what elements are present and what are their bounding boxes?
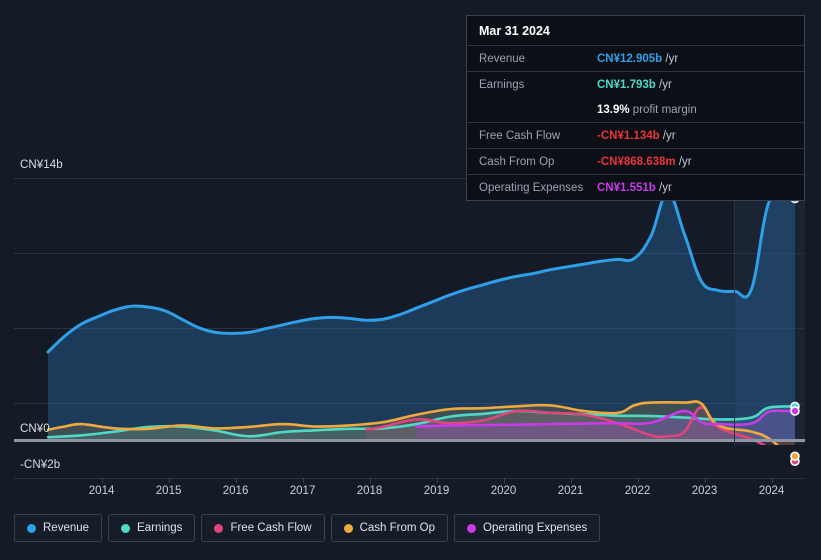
endpoint-marker-cash-from-op: [790, 451, 800, 462]
tooltip-row-unit: /yr: [655, 181, 672, 194]
tooltip-row-value: 13.9%: [597, 103, 630, 116]
x-axis-label-2018: 2018: [356, 485, 383, 497]
tooltip-row-label: Operating Expenses: [479, 181, 584, 194]
x-axis-label-2023: 2023: [691, 485, 718, 497]
x-axis-label-2014: 2014: [88, 485, 115, 497]
x-axis-label-2016: 2016: [222, 485, 249, 497]
tooltip-row-value: CN¥1.551b: [597, 181, 656, 194]
legend-item-label: Cash From Op: [359, 522, 436, 534]
chart-legend[interactable]: Revenue Earnings Free Cash Flow Cash From O…: [14, 514, 601, 542]
x-axis-label-2022: 2022: [624, 485, 651, 497]
chart-page: CN¥14b CN¥0 -CN¥2b 2014 2015 2016 2017 2018 2…: [0, 0, 821, 560]
tooltip-date: Mar 31 2024: [479, 24, 550, 38]
tooltip-row-label: Cash From Op: [479, 155, 555, 168]
tooltip-row-value: -CN¥1.134b: [597, 129, 660, 142]
tooltip-row-value-wrap: -CN¥868.638m /yr: [597, 156, 692, 168]
tooltip-row-cash-from-op: Cash From Op -CN¥868.638m /yr: [467, 148, 804, 174]
legend-item-earnings[interactable]: Earnings: [108, 514, 196, 542]
legend-item-label: Revenue: [43, 522, 90, 534]
x-axis-label-2017: 2017: [289, 485, 316, 497]
tooltip-row-label: Earnings: [479, 78, 525, 91]
tooltip-row-value: CN¥1.793b: [597, 78, 656, 91]
tooltip-row-value: CN¥12.905b: [597, 52, 663, 65]
tooltip-row-label: Free Cash Flow: [479, 129, 561, 142]
chart-tooltip: Mar 31 2024 Revenue CN¥12.905b /yr Earning…: [466, 15, 805, 201]
x-axis-label-2024: 2024: [758, 485, 785, 497]
tooltip-row-earnings: Earnings CN¥1.793b /yr: [467, 71, 804, 97]
legend-item-label: Operating Expenses: [483, 522, 588, 534]
tooltip-row-profit-margin: 13.9% profit margin: [467, 97, 804, 122]
legend-item-free-cash-flow[interactable]: Free Cash Flow: [201, 514, 325, 542]
legend-color-dot-icon: [121, 523, 131, 533]
legend-color-dot-icon: [214, 523, 224, 533]
x-axis-label-2021: 2021: [557, 485, 584, 497]
y-axis-label-max: CN¥14b: [20, 159, 63, 171]
y-axis-label-zero: CN¥0: [20, 423, 50, 435]
x-axis-label-2019: 2019: [423, 485, 450, 497]
tooltip-row-value-wrap: CN¥12.905b /yr: [597, 53, 678, 65]
legend-item-label: Free Cash Flow: [230, 522, 312, 534]
tooltip-row-value-wrap: 13.9% profit margin: [597, 104, 697, 116]
tooltip-row-operating-expenses: Operating Expenses CN¥1.551b /yr: [467, 174, 804, 200]
tooltip-row-value-wrap: CN¥1.793b /yr: [597, 79, 672, 91]
tooltip-row-revenue: Revenue CN¥12.905b /yr: [467, 45, 804, 71]
legend-item-label: Earnings: [137, 522, 183, 534]
legend-item-cash-from-op[interactable]: Cash From Op: [330, 514, 449, 542]
tooltip-row-value-wrap: -CN¥1.134b /yr: [597, 130, 676, 142]
tooltip-row-value: -CN¥868.638m: [597, 155, 676, 168]
legend-item-operating-expenses[interactable]: Operating Expenses: [454, 514, 601, 542]
legend-item-revenue[interactable]: Revenue: [14, 514, 103, 542]
x-axis-label-2020: 2020: [490, 485, 517, 497]
legend-color-dot-icon: [467, 523, 477, 533]
tooltip-row-free-cash-flow: Free Cash Flow -CN¥1.134b /yr: [467, 122, 804, 148]
tooltip-row-unit: /yr: [662, 52, 679, 65]
tooltip-row-unit: /yr: [659, 129, 676, 142]
tooltip-row-unit: /yr: [675, 155, 692, 168]
tooltip-row-unit: profit margin: [629, 103, 697, 116]
tooltip-row-value-wrap: CN¥1.551b /yr: [597, 182, 672, 194]
y-axis-label-min: -CN¥2b: [20, 459, 61, 471]
x-axis-label-2015: 2015: [155, 485, 182, 497]
legend-color-dot-icon: [27, 523, 36, 533]
tooltip-row-unit: /yr: [655, 78, 672, 91]
endpoint-marker-operating-expenses: [790, 406, 800, 416]
tooltip-rows: Revenue CN¥12.905b /yr Earnings CN¥1.793b /…: [467, 45, 804, 200]
tooltip-row-label: Revenue: [479, 52, 526, 65]
legend-color-dot-icon: [343, 523, 353, 533]
